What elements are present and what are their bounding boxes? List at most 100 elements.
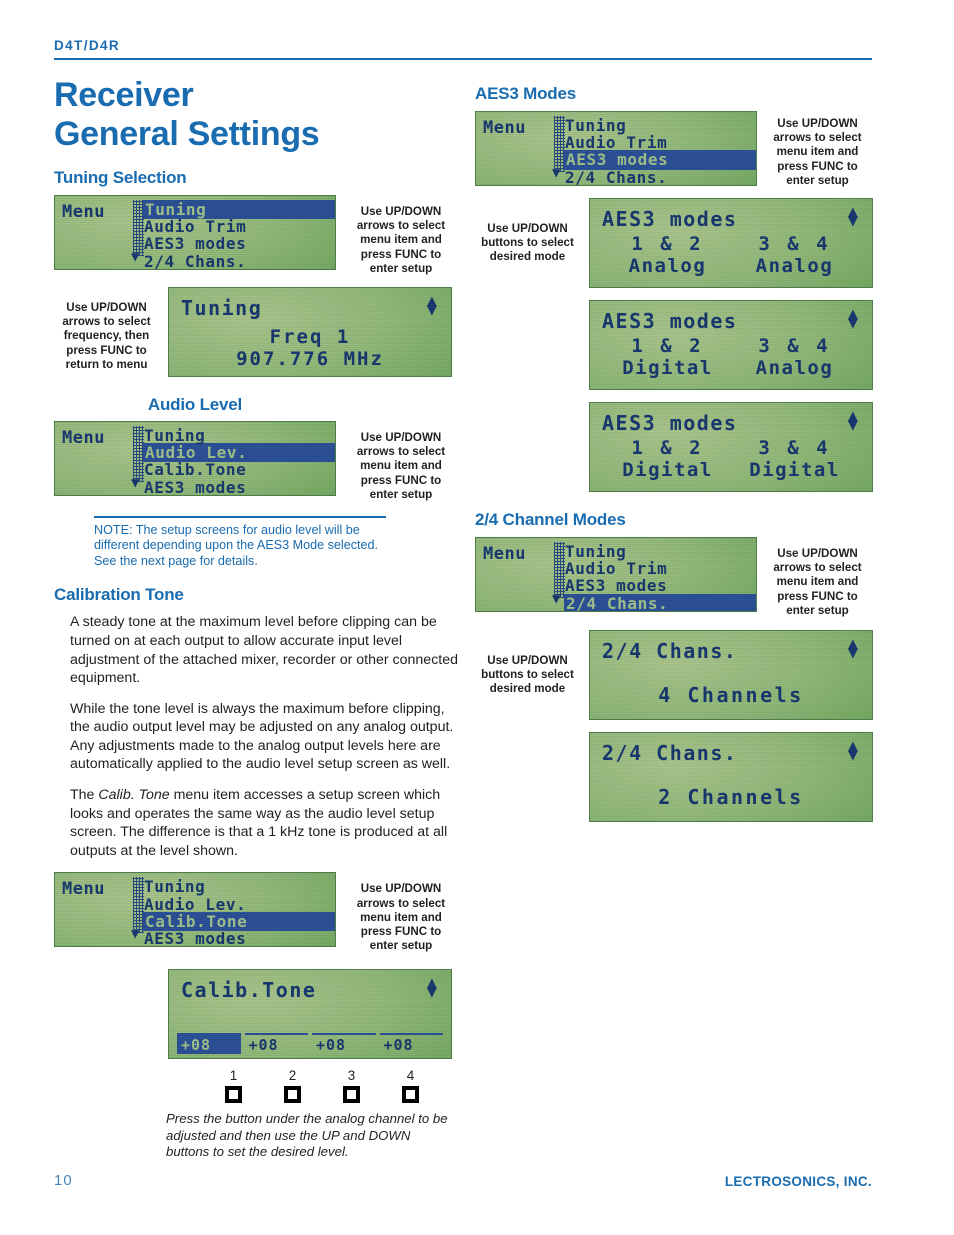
lcd-setup-title: 2/4 Chans.: [602, 741, 738, 766]
channel-button-icon[interactable]: [343, 1086, 360, 1104]
heading-tuning-selection: Tuning Selection: [54, 168, 187, 187]
callout-select-mode: Use UP/DOWN buttons to select desired mo…: [481, 654, 574, 696]
lcd-setup-line3: 907.776 MHz: [236, 348, 384, 371]
aes3-channel-pair: 1 & 2: [631, 335, 704, 358]
aes3-mode-value: Digital: [622, 459, 713, 482]
callout-select-menu-item: Use UP/DOWN arrows to select menu item a…: [356, 882, 446, 953]
up-down-arrows-icon: ▲ ▼: [847, 304, 858, 334]
lcd-menu-label: Menu: [483, 544, 526, 565]
lcd-menu-row: AES3 modes: [565, 151, 755, 169]
aes3-mode-grid: 1 & 2 Digital 3 & 4 Analog: [604, 335, 858, 379]
lcd-menu-row: AES3 modes: [565, 576, 668, 596]
callout-select-menu-item: Use UP/DOWN arrows to select menu item a…: [773, 117, 862, 187]
lcd-channel-modes-menu: Menu ▼ Tuning Audio Trim AES3 modes 2/4 …: [475, 537, 757, 613]
lcd-calib-tone-menu: Menu ▼ Tuning Audio Lev. Calib.Tone AES3…: [54, 872, 336, 948]
calib-channel-value: +08: [181, 1035, 212, 1054]
lcd-tuning-setup: Tuning ▲ ▼ Freq 1 907.776 MHz: [168, 287, 452, 378]
lcd-down-arrow-icon: ▼: [131, 249, 140, 265]
aes3-mode-value: Analog: [755, 357, 834, 380]
lcd-menu-row: Tuning: [144, 426, 206, 446]
lcd-menu-row: Tuning: [565, 116, 627, 135]
lcd-scrollbar: [554, 116, 565, 172]
callout-select-frequency: Use UP/DOWN arrows to select frequency, …: [62, 301, 151, 371]
page-title: Receiver General Settings: [54, 76, 464, 154]
lcd-menu-row: AES3 modes: [144, 234, 247, 254]
channel-column: 4: [381, 1067, 440, 1104]
up-down-arrows-icon: ▲ ▼: [847, 202, 858, 232]
lcd-channel-mode-2: 2/4 Chans. ▲ ▼ 2 Channels: [589, 732, 873, 823]
aes3-mode-cell: 3 & 4 Analog: [731, 233, 858, 277]
footer-brand: LECTROSONICS, INC.: [724, 1174, 872, 1189]
heading-calibration-tone: Calibration Tone: [54, 585, 184, 605]
lcd-calib-tone-setup: Calib.Tone ▲ ▼ +08 +08 +08 +08: [168, 969, 452, 1060]
lcd-menu-rows: Tuning Audio Trim AES3 modes 2/4 Chans.: [565, 116, 755, 186]
lcd-aes3-mode-1: AES3 modes ▲ ▼ 1 & 2 Analog 3 & 4 Analog: [589, 198, 873, 289]
callout-select-menu-item: Use UP/DOWN arrows to select menu item a…: [773, 547, 862, 617]
paragraph: A steady tone at the maximum level befor…: [70, 614, 459, 687]
aes3-channel-pair: 3 & 4: [758, 335, 831, 358]
calib-channel-cell[interactable]: +08: [244, 1033, 308, 1054]
aes3-channel-pair: 3 & 4: [758, 437, 831, 460]
channel-button-icon[interactable]: [284, 1086, 301, 1104]
lcd-menu-row: Tuning: [144, 201, 334, 219]
aes3-mode-value: Analog: [755, 255, 834, 278]
channel-button-legend: 1 2 3 4: [204, 1067, 440, 1104]
aes3-channel-pair: 1 & 2: [631, 233, 704, 256]
lcd-menu-row: Tuning: [144, 877, 206, 897]
lcd-menu-label: Menu: [62, 202, 105, 222]
lcd-setup-line2: Freq 1: [269, 326, 351, 349]
channel-number: 3: [347, 1068, 356, 1084]
lcd-setup-title: Tuning: [181, 296, 263, 321]
heading-audio-level: Audio Level: [147, 395, 243, 415]
channel-button-icon[interactable]: [402, 1086, 419, 1104]
channel-legend-caption: Press the button under the analog channe…: [166, 1111, 448, 1160]
lcd-menu-row: Calib.Tone: [144, 913, 334, 931]
up-down-arrows-icon: ▲ ▼: [847, 736, 858, 766]
paragraph-part: The: [70, 787, 99, 804]
note-divider: [94, 516, 386, 518]
note-text: NOTE: The setup screens for audio level …: [94, 522, 379, 568]
lcd-channel-mode-value: 2 Channels: [658, 785, 804, 810]
lcd-menu-row: Audio Trim: [565, 559, 668, 579]
lcd-menu-row: 2/4 Chans.: [565, 167, 668, 186]
lcd-setup-title: Calib.Tone: [181, 978, 317, 1003]
aes3-mode-cell: 3 & 4 Digital: [731, 437, 858, 481]
paragraph: While the tone level is always the maxim…: [70, 700, 454, 773]
up-down-arrows-icon: ▲ ▼: [847, 406, 858, 436]
left-column: Receiver General Settings Tuning Selecti…: [54, 76, 464, 1161]
lcd-menu-label: Menu: [62, 879, 105, 900]
lcd-scrollbar: [133, 426, 144, 483]
manual-page: D4T/D4R Receiver General Settings Tuning…: [0, 0, 954, 1235]
calib-channel-cell[interactable]: +08: [312, 1033, 376, 1054]
aes3-mode-cell: 1 & 2 Digital: [604, 437, 731, 481]
lcd-aes3-mode-3: AES3 modes ▲ ▼ 1 & 2 Digital 3 & 4 Digita…: [589, 402, 873, 493]
lcd-menu-rows: Tuning Audio Trim AES3 modes 2/4 Chans.: [144, 201, 334, 270]
aes3-mode-value: Digital: [622, 357, 713, 380]
aes3-mode-grid: 1 & 2 Digital 3 & 4 Digital: [604, 437, 858, 481]
lcd-channel-mode-value: 4 Channels: [658, 683, 804, 708]
right-column: AES3 Modes Menu ▼ Tuning Audio Trim AES3…: [475, 76, 875, 823]
lcd-aes3-mode-2: AES3 modes ▲ ▼ 1 & 2 Digital 3 & 4 Analog: [589, 300, 873, 391]
page-title-line1: Receiver: [54, 76, 194, 114]
lcd-setup-title: AES3 modes: [602, 309, 738, 334]
lcd-setup-title: AES3 modes: [602, 411, 738, 436]
lcd-menu-rows: Tuning Audio Lev. Calib.Tone AES3 modes: [144, 426, 334, 495]
aes3-mode-cell: 3 & 4 Analog: [731, 335, 858, 379]
lcd-setup-title: 2/4 Chans.: [602, 639, 738, 664]
lcd-menu-row: 2/4 Chans.: [565, 594, 755, 612]
lcd-menu-row: 2/4 Chans.: [144, 251, 247, 270]
up-down-arrows-icon: ▲ ▼: [847, 634, 858, 664]
note-block: NOTE: The setup screens for audio level …: [94, 516, 386, 569]
calib-channel-cell[interactable]: +08: [379, 1033, 443, 1054]
lcd-scrollbar: [133, 877, 144, 934]
lcd-menu-row: Audio Trim: [565, 133, 668, 153]
up-down-arrows-icon: ▲ ▼: [426, 973, 437, 1003]
lcd-audio-level-menu: Menu ▼ Tuning Audio Lev. Calib.Tone AES3…: [54, 421, 336, 497]
channel-column: 1: [204, 1067, 263, 1104]
heading-channel-modes: 2/4 Channel Modes: [475, 510, 626, 530]
channel-button-icon[interactable]: [225, 1086, 242, 1104]
lcd-tuning-menu: Menu ▼ Tuning Audio Trim AES3 modes 2/4 …: [54, 195, 336, 270]
heading-aes3-modes: AES3 Modes: [475, 84, 576, 103]
callout-select-menu-item: Use UP/DOWN arrows to select menu item a…: [356, 205, 446, 275]
calib-channel-cell[interactable]: +08: [177, 1033, 241, 1055]
